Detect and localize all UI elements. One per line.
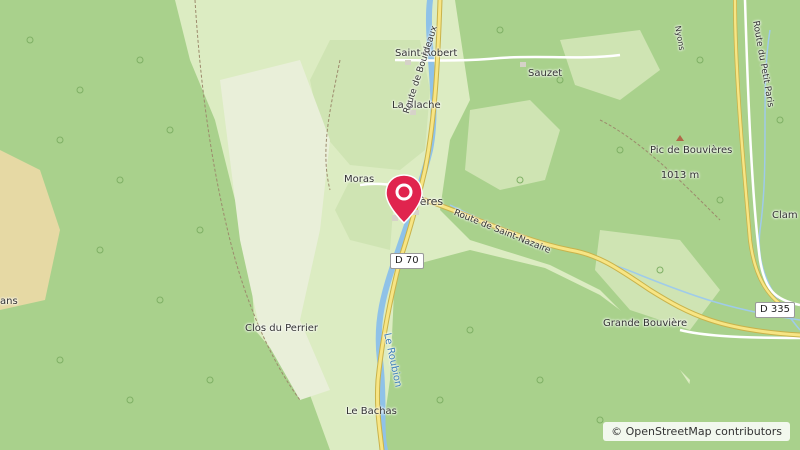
peak-elevation: 1013 m <box>660 170 700 181</box>
place-label-sauzet: Sauzet <box>528 68 563 79</box>
place-label-ans: ans <box>0 296 18 307</box>
place-label-clos-du-perrier: Clos du Perrier <box>245 323 319 334</box>
map-attribution: © OpenStreetMap contributors <box>603 422 790 441</box>
road-shield-d70: D 70 <box>390 253 424 269</box>
openstreetmap-contributors-link[interactable]: OpenStreetMap contributors <box>626 425 782 438</box>
place-label-moras: Moras <box>344 174 375 185</box>
place-label-le-bachas: Le Bachas <box>346 406 397 417</box>
place-label-grande-bouviere: Grande Bouvière <box>603 318 688 329</box>
peak-name: Pic de Bouvières <box>650 145 733 156</box>
place-label-clam: Clam <box>772 210 798 221</box>
location-pin-icon[interactable] <box>384 173 424 225</box>
road-shield-d335: D 335 <box>755 302 795 318</box>
map-canvas[interactable]: Saint-Robert Sauzet La Blache Moras vièr… <box>0 0 800 450</box>
peak-icon <box>676 135 684 141</box>
copyright-symbol: © <box>611 425 623 438</box>
